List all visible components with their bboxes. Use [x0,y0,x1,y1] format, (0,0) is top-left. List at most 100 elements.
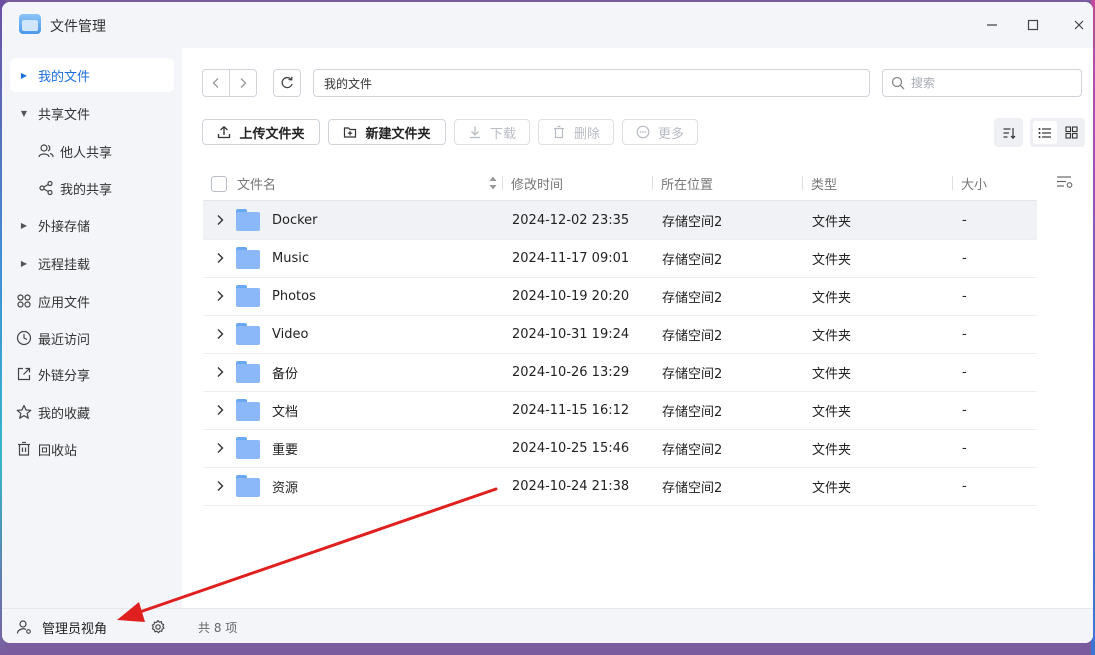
minimize-icon [987,24,997,26]
list-view-button[interactable] [1033,121,1057,144]
settings-button[interactable] [149,618,167,636]
sidebar-item-app-files[interactable]: 应用文件 [10,284,174,318]
clock-icon [10,330,38,346]
modified-time: 2024-10-25 15:46 [512,440,630,456]
modified-time: 2024-10-31 19:24 [512,326,630,342]
search-field[interactable] [882,69,1082,97]
download-label: 下载 [489,126,516,142]
file-name: 备份 [272,366,299,382]
column-settings-button[interactable] [1056,174,1076,194]
file-size: - [962,326,967,342]
file-name: 文档 [272,404,299,420]
folder-icon [236,323,260,345]
sidebar-item-external-storage[interactable]: ▶ 外接存储 [10,208,174,242]
sidebar-item-label: 我的文件 [38,69,91,85]
maximize-icon [1027,19,1039,31]
table-row[interactable]: Docker 2024-12-02 23:35 存储空间2 文件夹 - [203,201,1037,240]
modified-time: 2024-10-26 13:29 [512,364,630,380]
expand-chevron-icon[interactable] [216,328,224,340]
modified-time: 2024-10-24 21:38 [512,478,630,494]
column-header-location[interactable]: 所在位置 [661,166,713,200]
column-header-type[interactable]: 类型 [811,166,837,200]
sidebar-item-shared-with-me[interactable]: 他人共享 [32,134,174,168]
chevron-right-icon [240,78,247,88]
table-row[interactable]: 重要 2024-10-25 15:46 存储空间2 文件夹 - [203,429,1037,468]
expand-chevron-icon[interactable] [216,252,224,264]
location: 存储空间2 [662,442,723,458]
new-folder-icon [344,127,357,138]
expand-chevron-icon[interactable] [216,214,224,226]
modified-time: 2024-11-17 09:01 [512,250,630,266]
delete-label: 删除 [573,126,600,142]
close-button[interactable] [1067,13,1091,37]
sort-updown-icon[interactable] [488,175,498,191]
forward-button[interactable] [229,69,257,97]
file-size: - [962,288,967,304]
table-row[interactable]: 文档 2024-11-15 16:12 存储空间2 文件夹 - [203,391,1037,430]
sidebar-item-remote-mount[interactable]: ▶ 远程挂载 [10,246,174,280]
column-header-modified[interactable]: 修改时间 [511,166,563,200]
column-divider [652,176,653,190]
star-icon [10,404,38,420]
sidebar-item-label: 回收站 [38,443,78,459]
location: 存储空间2 [662,214,723,230]
sidebar-item-favorites[interactable]: 我的收藏 [10,395,174,429]
grid-view-icon [1064,126,1078,139]
sidebar-item-recent[interactable]: 最近访问 [10,321,174,355]
download-button[interactable]: 下载 [454,119,530,145]
expand-chevron-icon[interactable] [216,442,224,454]
delete-button[interactable]: 删除 [538,119,614,145]
users-icon [32,143,60,159]
file-size: - [962,212,967,228]
main-panel: 我的文件 上传文件夹 新建文件夹 下载 删除 更多 [182,48,1093,643]
sidebar-item-label: 我的共享 [60,182,113,198]
upload-folder-button[interactable]: 上传文件夹 [202,119,320,145]
new-folder-button[interactable]: 新建文件夹 [328,119,446,145]
file-type: 文件夹 [812,404,852,420]
column-divider [502,176,503,190]
sidebar-item-recycle-bin[interactable]: 回收站 [10,432,174,466]
search-input[interactable] [911,76,1081,90]
refresh-button[interactable] [273,69,301,97]
path-field[interactable]: 我的文件 [313,69,870,97]
more-label: 更多 [657,126,684,142]
minimize-button[interactable] [980,13,1004,37]
file-type: 文件夹 [812,366,852,382]
admin-view-label: 管理员视角 [42,621,108,637]
maximize-button[interactable] [1021,13,1045,37]
expand-chevron-icon[interactable] [216,480,224,492]
location: 存储空间2 [662,252,723,268]
table-row[interactable]: 备份 2024-10-26 13:29 存储空间2 文件夹 - [203,353,1037,392]
close-icon [1074,20,1084,30]
file-type: 文件夹 [812,328,852,344]
title-bar: 文件管理 [2,2,1093,48]
more-icon [636,125,650,139]
back-button[interactable] [202,69,230,97]
upload-icon [218,125,231,139]
grid-view-button[interactable] [1059,121,1083,144]
expand-chevron-icon[interactable] [216,404,224,416]
trash-icon [10,441,38,457]
sidebar-item-shared-files[interactable]: ▼ 共享文件 [10,96,174,130]
folder-icon [236,247,260,269]
expand-chevron-icon[interactable] [216,366,224,378]
select-all-checkbox[interactable] [211,176,227,192]
sidebar-item-label: 应用文件 [38,295,91,311]
column-header-name[interactable]: 文件名 [237,166,276,200]
sidebar-item-link-share[interactable]: 外链分享 [10,357,174,391]
sidebar-item-my-files[interactable]: ▶ 我的文件 [10,58,174,92]
sort-button[interactable] [994,118,1023,147]
admin-view-button[interactable]: 管理员视角 [16,618,136,637]
sidebar-item-my-shares[interactable]: 我的共享 [32,171,174,205]
upload-folder-label: 上传文件夹 [239,126,305,142]
table-row[interactable]: Video 2024-10-31 19:24 存储空间2 文件夹 - [203,315,1037,354]
table-row[interactable]: Music 2024-11-17 09:01 存储空间2 文件夹 - [203,239,1037,278]
expand-chevron-icon[interactable] [216,290,224,302]
table-row[interactable]: 资源 2024-10-24 21:38 存储空间2 文件夹 - [203,467,1037,506]
file-type: 文件夹 [812,290,852,306]
sidebar-item-label: 他人共享 [60,145,113,161]
external-link-icon [10,366,38,382]
more-button[interactable]: 更多 [622,119,698,145]
column-header-size[interactable]: 大小 [961,166,987,200]
table-row[interactable]: Photos 2024-10-19 20:20 存储空间2 文件夹 - [203,277,1037,316]
